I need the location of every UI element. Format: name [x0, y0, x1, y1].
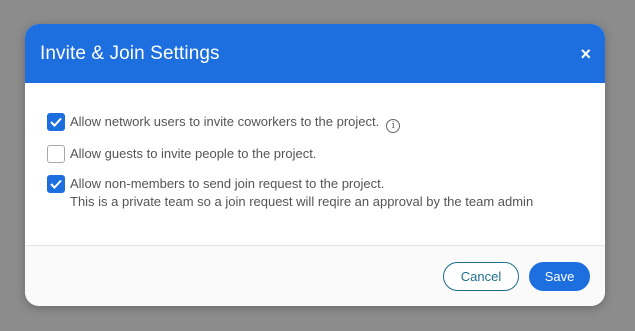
- option-label: Allow network users to invite coworkers …: [70, 113, 401, 133]
- checkbox-network-invite[interactable]: [47, 113, 65, 131]
- dialog-header: Invite & Join Settings ×: [25, 24, 605, 83]
- close-icon[interactable]: ×: [580, 45, 591, 63]
- option-join-request[interactable]: Allow non-members to send join request t…: [47, 175, 605, 211]
- checkmark-icon: [50, 179, 62, 189]
- option-label: Allow guests to invite people to the pro…: [70, 146, 317, 161]
- checkmark-icon: [50, 117, 62, 127]
- dialog-footer: Cancel Save: [25, 246, 605, 306]
- checkbox-guest-invite[interactable]: [47, 145, 65, 163]
- option-label: Allow non-members to send join request t…: [70, 176, 385, 191]
- dialog-body: Allow network users to invite coworkers …: [25, 83, 605, 245]
- option-label-text: Allow network users to invite coworkers …: [70, 114, 380, 129]
- cancel-button[interactable]: Cancel: [443, 261, 519, 291]
- option-guest-invite[interactable]: Allow guests to invite people to the pro…: [47, 145, 605, 163]
- save-button[interactable]: Save: [529, 261, 590, 291]
- dialog-title: Invite & Join Settings: [40, 42, 220, 64]
- invite-join-settings-dialog: Invite & Join Settings × Allow network u…: [25, 24, 605, 306]
- checkbox-join-request[interactable]: [47, 175, 65, 193]
- option-sublabel: This is a private team so a join request…: [70, 194, 534, 209]
- option-network-invite[interactable]: Allow network users to invite coworkers …: [47, 113, 605, 133]
- info-icon[interactable]: i: [386, 119, 401, 133]
